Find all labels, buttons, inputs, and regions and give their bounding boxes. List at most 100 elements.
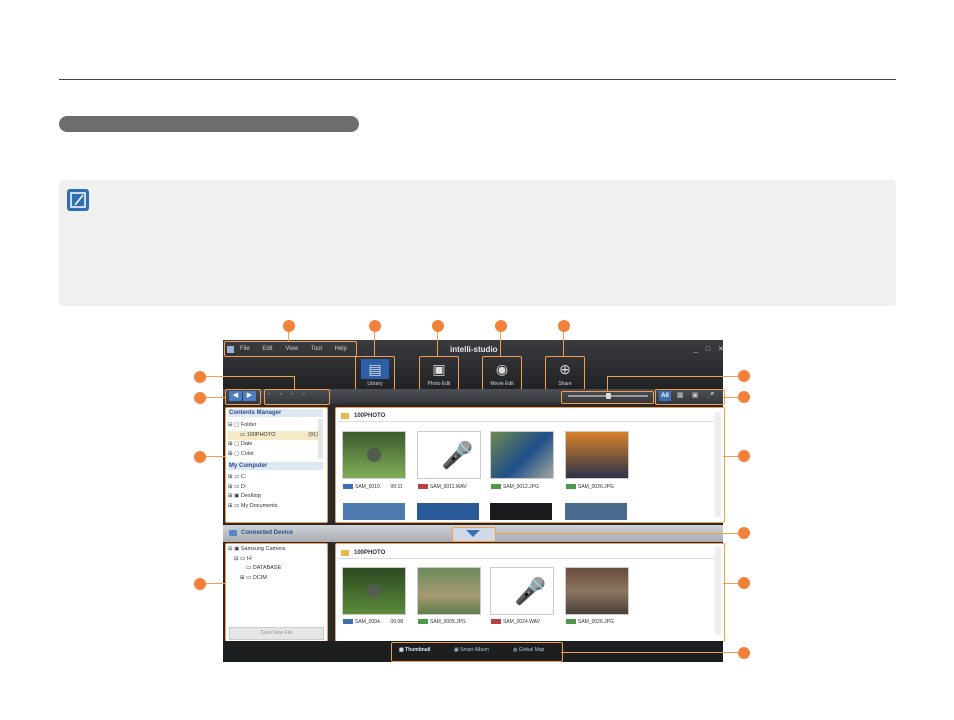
tree-item-h[interactable]: ⊟ ▭ H:: [228, 555, 323, 565]
thumbnail[interactable]: [342, 431, 406, 479]
filter-photo-button[interactable]: ▣: [690, 391, 700, 401]
filter-all-button[interactable]: All: [659, 391, 671, 401]
thumbnail[interactable]: [565, 503, 627, 520]
thumbnail[interactable]: [417, 503, 479, 520]
tree-item-folder[interactable]: ⊟ ▢ Folder: [228, 421, 318, 431]
file-caption: SAM_0005.JPG: [418, 619, 466, 625]
callout-marker: [194, 392, 206, 404]
folder-icon: [341, 550, 349, 556]
tree-item-samsung-camera[interactable]: ⊟ ▣ Samsung Camera: [228, 545, 323, 555]
movie-edit-label: Movie Edit: [490, 381, 514, 387]
thumbnail[interactable]: 🎤: [490, 567, 554, 615]
top-grid-scrollbar[interactable]: [715, 412, 721, 517]
thumbnail[interactable]: [342, 567, 406, 615]
tab-smart-album[interactable]: ▣ Smart Album: [454, 647, 489, 653]
connected-device-label: Connected Device: [241, 530, 294, 536]
photo-tag: [418, 619, 428, 625]
file-name: SAM_0011.WAV: [430, 484, 467, 490]
upload-icon[interactable]: ▪: [302, 391, 313, 398]
tree-item-database-label: DATABASE: [252, 565, 282, 571]
tab-global-map[interactable]: ◍ Global Map: [513, 647, 544, 653]
chevron-down-icon: [466, 530, 480, 537]
print-icon[interactable]: ▪: [268, 391, 279, 398]
photo-edit-label: Photo Edit: [427, 381, 451, 387]
video-tag: [343, 619, 353, 625]
callout-line: [607, 376, 608, 391]
file-name: SAM_0005.JPG: [430, 619, 466, 625]
forward-button[interactable]: ▶: [243, 391, 256, 401]
callout-marker: [738, 391, 750, 403]
delete-icon[interactable]: ▪: [291, 391, 302, 398]
filter-audio-button[interactable]: 🎤: [706, 391, 716, 401]
menu-view[interactable]: View: [285, 346, 298, 352]
tab-smart-album-label: Smart Album: [460, 647, 489, 653]
share-label: Share: [558, 381, 572, 387]
tree-item-my-documents[interactable]: ⊞ ▭ My Documents: [228, 502, 318, 512]
audio-tag: [491, 619, 501, 625]
device-tree: ⊟ ▣ Samsung Camera ⊟ ▭ H: ▭ DATABASE ⊞ ▭…: [228, 545, 323, 583]
tree-item-database[interactable]: ▭ DATABASE: [228, 564, 323, 574]
photo-tag: [566, 484, 576, 490]
callout-marker: [194, 578, 206, 590]
library-icon: ▤: [361, 359, 389, 379]
tree-item-desktop-label: Desktop: [240, 493, 262, 499]
window-controls[interactable]: _ □ ✕: [694, 345, 727, 353]
file-name: SAM_0012.JPG: [503, 484, 539, 490]
library-button[interactable]: ▤ Library: [355, 356, 395, 390]
callout-line: [206, 583, 225, 584]
file-caption: SAM_0012.JPG: [491, 484, 539, 490]
callout-marker: [738, 370, 750, 382]
share-button[interactable]: ⊕ Share: [545, 356, 585, 390]
file-caption: SAM_0026.JPG: [566, 619, 614, 625]
file-caption: SAM_0026.JPG: [566, 484, 614, 490]
tab-thumbnail[interactable]: ▦ Thumbnail: [399, 647, 430, 653]
thumbnail[interactable]: 🎤: [417, 431, 481, 479]
thumbnail[interactable]: [343, 503, 405, 520]
menu-file[interactable]: File: [240, 346, 250, 352]
file-duration: 00:08: [390, 619, 404, 625]
menu-tool[interactable]: Tool: [311, 346, 322, 352]
photo-edit-button[interactable]: ▣ Photo Edit: [419, 356, 459, 390]
tree-item-date-label: Date: [240, 441, 253, 447]
movie-edit-button[interactable]: ◉ Movie Edit: [482, 356, 522, 390]
tab-thumbnail-label: Thumbnail: [405, 647, 431, 653]
tree-item-my-documents-label: My Documents: [240, 502, 278, 509]
tree-item-desktop[interactable]: ⊞ ▣ Desktop: [228, 492, 318, 502]
callout-marker: [432, 320, 444, 332]
thumbnail[interactable]: [490, 431, 554, 479]
zoom-slider-thumb[interactable]: [606, 393, 611, 399]
filter-video-button[interactable]: ▦: [675, 391, 685, 401]
save-new-file-button[interactable]: Save New File: [229, 627, 324, 640]
contents-scrollbar[interactable]: [318, 419, 323, 459]
menu-edit[interactable]: Edit: [262, 346, 272, 352]
thumbnail[interactable]: [565, 431, 629, 479]
device-grid-scrollbar[interactable]: [715, 547, 721, 635]
tree-item-color[interactable]: ⊞ ▢ Color: [228, 450, 318, 460]
edit-tools[interactable]: ▪▪▪▪: [268, 391, 314, 398]
top-content-header: [338, 410, 714, 422]
play-icon: [367, 584, 381, 598]
thumbnail[interactable]: [565, 567, 629, 615]
tree-item-100photo[interactable]: ▭ 100PHOTO (91): [228, 430, 318, 440]
thumbnail[interactable]: [490, 503, 552, 520]
microphone-icon: 🎤: [514, 576, 547, 606]
file-caption: SAM_0010. 00:11: [343, 484, 403, 490]
note-box: [59, 180, 896, 306]
microphone-icon: 🎤: [441, 440, 474, 470]
callout-marker: [738, 577, 750, 589]
tree-item-c-label: C:: [240, 474, 247, 480]
thumbnail[interactable]: [417, 567, 481, 615]
menu-help[interactable]: Help: [335, 346, 347, 352]
tree-item-folder-label: Folder: [240, 422, 257, 428]
tree-item-d[interactable]: ⊞ ▭ D:: [228, 483, 318, 493]
app-brand: intelli-studio: [450, 345, 498, 354]
back-button[interactable]: ◀: [229, 391, 242, 401]
tree-item-c[interactable]: ⊞ ▭ C:: [228, 473, 318, 483]
play-icon: [367, 448, 381, 462]
tree-item-date[interactable]: ⊞ ▢ Date: [228, 440, 318, 450]
tree-item-dcim[interactable]: ⊞ ▭ DCIM: [228, 574, 323, 584]
top-folder-title: 100PHOTO: [354, 413, 386, 419]
tree-item-d-label: D:: [240, 483, 247, 490]
rotate-icon[interactable]: ▪: [279, 391, 290, 398]
tree-item-h-label: H:: [246, 555, 253, 562]
